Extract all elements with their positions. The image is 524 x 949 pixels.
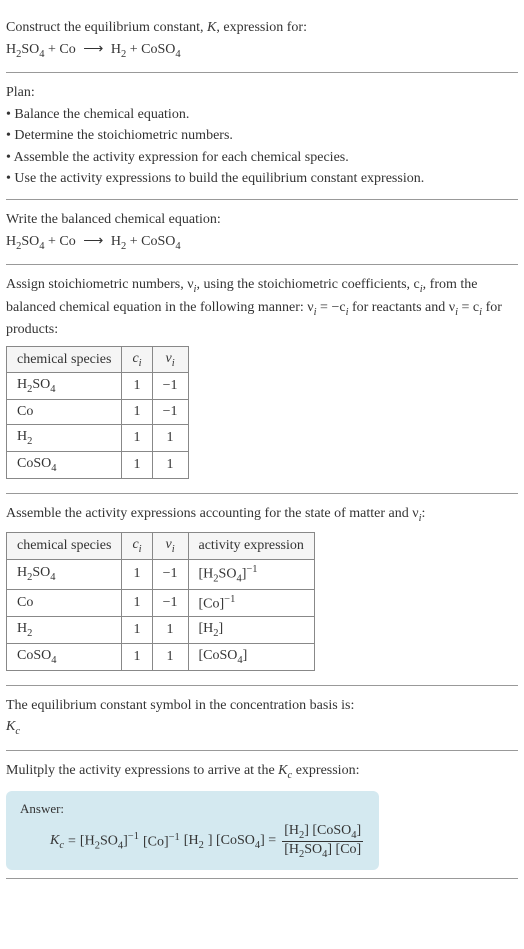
activity-header-row: chemical species ci νi activity expressi…	[7, 533, 315, 560]
term-h2so4: [H2SO4]−1	[80, 831, 139, 851]
kc-inline: Kc	[278, 763, 292, 778]
denominator: [H2SO4] [Co]	[282, 842, 363, 860]
header-vi: νi	[152, 346, 188, 373]
symbol-section: The equilibrium constant symbol in the c…	[6, 686, 518, 751]
balanced-section: Write the balanced chemical equation: H2…	[6, 200, 518, 265]
cell-vi: −1	[152, 589, 188, 617]
balanced-title: Write the balanced chemical equation:	[6, 210, 518, 230]
eq-h2: H2	[111, 42, 126, 57]
header-species: chemical species	[7, 533, 122, 560]
plan-bullet-4: • Use the activity expressions to build …	[6, 169, 518, 189]
table-row: H2SO4 1 −1 [H2SO4]−1	[7, 560, 315, 589]
table-row: Co 1 −1	[7, 400, 189, 425]
term-coso4: ] [CoSO4] =	[208, 833, 276, 851]
plan-bullet-2: • Determine the stoichiometric numbers.	[6, 126, 518, 146]
header-vi: νi	[152, 533, 188, 560]
numerator: [H2] [CoSO4]	[282, 823, 363, 842]
activity-table: chemical species ci νi activity expressi…	[6, 532, 315, 671]
table-row: H2 1 1 [H2]	[7, 617, 315, 644]
table-row: CoSO4 1 1	[7, 452, 189, 479]
cell-vi: −1	[152, 560, 188, 589]
cell-species: H2SO4	[7, 373, 122, 400]
equals: =	[68, 834, 76, 850]
intro-section: Construct the equilibrium constant, K, e…	[6, 8, 518, 73]
multiply-section: Mulitply the activity expressions to arr…	[6, 751, 518, 879]
kc-lhs: Kc	[50, 833, 64, 851]
plan-section: Plan: • Balance the chemical equation. •…	[6, 73, 518, 200]
table-row: H2 1 1	[7, 425, 189, 452]
intro-prompt: Construct the equilibrium constant, K, e…	[6, 18, 518, 38]
eq-plus-co: + Co	[45, 42, 76, 57]
cell-species: Co	[7, 589, 122, 617]
bal-h2so4: H2SO4	[6, 234, 45, 249]
cell-activity: [Co]−1	[188, 589, 314, 617]
bal-h2: H2	[111, 234, 126, 249]
cell-activity: [CoSO4]	[188, 644, 314, 671]
answer-formula: Kc = [H2SO4]−1 [Co]−1 [H2] [CoSO4] = [H2…	[20, 823, 365, 860]
header-ci: ci	[122, 533, 152, 560]
activity-title: Assemble the activity expressions accoun…	[6, 504, 518, 526]
table-row: Co 1 −1 [Co]−1	[7, 589, 315, 617]
stoich-intro: Assign stoichiometric numbers, νi, using…	[6, 275, 518, 340]
eq-h2so4: H2SO4	[6, 42, 45, 57]
fraction: [H2] [CoSO4] [H2SO4] [Co]	[282, 823, 363, 860]
cell-species: H2	[7, 425, 122, 452]
arrow-icon: ⟶	[83, 42, 103, 57]
answer-label: Answer:	[20, 801, 365, 817]
cell-ci: 1	[122, 373, 152, 400]
plan-bullet-1: • Balance the chemical equation.	[6, 105, 518, 125]
cell-vi: −1	[152, 400, 188, 425]
header-ci: ci	[122, 346, 152, 373]
stoich-section: Assign stoichiometric numbers, νi, using…	[6, 265, 518, 494]
term-co: [Co]−1	[143, 832, 180, 851]
cell-vi: 1	[152, 425, 188, 452]
plan-title: Plan:	[6, 83, 518, 103]
cell-vi: 1	[152, 644, 188, 671]
stoich-table: chemical species ci νi H2SO4 1 −1 Co 1 −…	[6, 346, 189, 479]
cell-ci: 1	[122, 617, 152, 644]
cell-activity: [H2SO4]−1	[188, 560, 314, 589]
bal-plus-co: + Co	[45, 234, 76, 249]
cell-ci: 1	[122, 589, 152, 617]
k-symbol: K	[207, 20, 216, 35]
arrow-icon-2: ⟶	[83, 234, 103, 249]
header-activity: activity expression	[188, 533, 314, 560]
prompt-text-1: Construct the equilibrium constant,	[6, 20, 207, 35]
cell-species: CoSO4	[7, 452, 122, 479]
stoich-header-row: chemical species ci νi	[7, 346, 189, 373]
eq-plus-coso4: + CoSO4	[126, 42, 180, 57]
cell-species: CoSO4	[7, 644, 122, 671]
cell-species: H2SO4	[7, 560, 122, 589]
kc-symbol: Kc	[6, 717, 518, 739]
balanced-equation: H2SO4 + Co ⟶ H2 + CoSO4	[6, 232, 518, 254]
activity-section: Assemble the activity expressions accoun…	[6, 494, 518, 686]
intro-equation: H2SO4 + Co ⟶ H2 + CoSO4	[6, 40, 518, 62]
cell-species: H2	[7, 617, 122, 644]
cell-ci: 1	[122, 452, 152, 479]
cell-ci: 1	[122, 560, 152, 589]
cell-vi: 1	[152, 617, 188, 644]
cell-ci: 1	[122, 425, 152, 452]
table-row: CoSO4 1 1 [CoSO4]	[7, 644, 315, 671]
cell-ci: 1	[122, 400, 152, 425]
cell-vi: 1	[152, 452, 188, 479]
symbol-line: The equilibrium constant symbol in the c…	[6, 696, 518, 716]
header-species: chemical species	[7, 346, 122, 373]
cell-activity: [H2]	[188, 617, 314, 644]
plan-bullet-3: • Assemble the activity expression for e…	[6, 148, 518, 168]
cell-ci: 1	[122, 644, 152, 671]
prompt-text-2: , expression for:	[216, 20, 307, 35]
term-h2: [H2	[184, 833, 204, 851]
table-row: H2SO4 1 −1	[7, 373, 189, 400]
cell-vi: −1	[152, 373, 188, 400]
bal-plus-coso4: + CoSO4	[126, 234, 180, 249]
cell-species: Co	[7, 400, 122, 425]
multiply-line: Mulitply the activity expressions to arr…	[6, 761, 518, 783]
answer-box: Answer: Kc = [H2SO4]−1 [Co]−1 [H2] [CoSO…	[6, 791, 379, 870]
